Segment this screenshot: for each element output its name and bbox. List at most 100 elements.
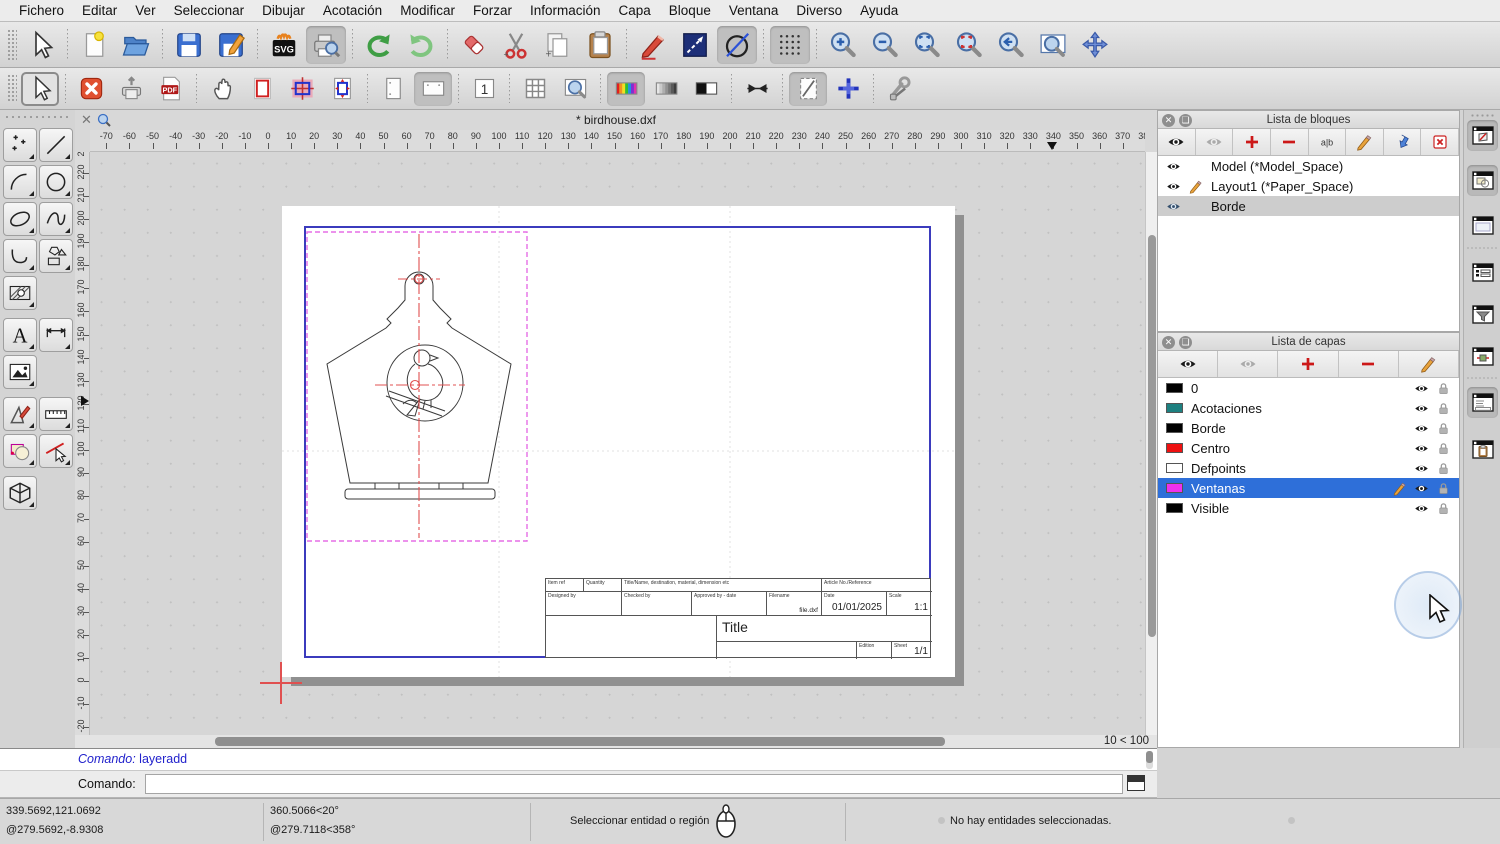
block-visibility-eye-icon[interactable] [1166, 179, 1181, 194]
options-wrench-icon[interactable] [880, 72, 918, 106]
save-icon[interactable] [169, 26, 209, 64]
blocks-plus-icon[interactable] [1233, 129, 1271, 155]
palette-drag-handle[interactable] [4, 114, 70, 122]
layers-eye-icon[interactable] [1158, 351, 1219, 377]
paper-portrait-icon[interactable] [374, 72, 412, 106]
blocks-insert-icon[interactable] [1384, 129, 1422, 155]
menu-seleccionar[interactable]: Seleccionar [165, 0, 254, 22]
menu-ventana[interactable]: Ventana [720, 0, 788, 22]
blocks-remove-icon[interactable] [1421, 129, 1459, 155]
layer-row-defpoints[interactable]: Defpoints [1158, 458, 1459, 478]
layer-row-centro[interactable]: Centro [1158, 438, 1459, 458]
block-row-layout1[interactable]: Layout1 (*Paper_Space) [1158, 176, 1459, 196]
tool-block-edit[interactable] [3, 434, 37, 468]
print-preview-icon[interactable] [306, 25, 346, 64]
tool-text[interactable]: A [3, 318, 37, 352]
layers-pencil-icon[interactable] [1399, 351, 1460, 377]
menu-fichero[interactable]: Fichero [10, 0, 73, 22]
zoom-pan-icon[interactable] [1075, 26, 1115, 64]
layer-visibility-eye-icon[interactable] [1414, 481, 1429, 496]
zoom-auto-icon[interactable] [907, 26, 947, 64]
open-file-icon[interactable] [116, 26, 156, 64]
layer-visibility-eye-icon[interactable] [1414, 401, 1429, 416]
grayscale-mode-icon[interactable] [647, 72, 685, 106]
new-file-icon[interactable] [74, 26, 114, 64]
layer-edit-mode-icon[interactable] [789, 71, 827, 106]
cursor-icon[interactable] [21, 26, 61, 64]
relative-line-icon[interactable] [675, 26, 715, 64]
tool-arc[interactable] [3, 165, 37, 199]
toolbar-drag-handle[interactable] [7, 74, 17, 103]
block-row-model[interactable]: Model (*Model_Space) [1158, 156, 1459, 176]
menu-bloque[interactable]: Bloque [660, 0, 720, 22]
close-panel-icon[interactable]: ✕ [1162, 113, 1175, 127]
block-visibility-eye-icon[interactable] [1166, 199, 1181, 214]
layer-row-0[interactable]: 0 [1158, 378, 1459, 398]
zoom-in-icon[interactable] [823, 26, 863, 64]
toolbar-drag-handle[interactable] [7, 28, 17, 61]
menu-diverso[interactable]: Diverso [787, 0, 851, 22]
blocks-eye-icon[interactable] [1158, 129, 1196, 155]
dock-win-clip-icon[interactable] [1467, 434, 1498, 465]
dock-win-block-icon[interactable] [1467, 120, 1498, 151]
tool-points[interactable] [3, 128, 37, 162]
layer-lock-icon[interactable] [1436, 481, 1451, 496]
page-number-icon[interactable]: 1 [465, 72, 503, 106]
page-border-icon[interactable] [243, 72, 281, 106]
layer-visibility-eye-icon[interactable] [1414, 421, 1429, 436]
tool-modify[interactable] [39, 434, 73, 468]
tool-dimension[interactable] [39, 318, 73, 352]
tool-ellipse[interactable] [3, 202, 37, 236]
block-edit-pencil-icon[interactable] [1188, 179, 1203, 194]
tool-shapes[interactable] [39, 239, 73, 273]
drawing-viewport[interactable]: Item ref Quantity Title/Name, destinatio… [90, 152, 1145, 735]
dock-win-plain-icon[interactable] [1467, 210, 1498, 241]
paste-icon[interactable] [580, 26, 620, 64]
zoom-out-icon[interactable] [865, 26, 905, 64]
zoom-prev-icon[interactable] [991, 26, 1031, 64]
cut-icon[interactable]: + [496, 26, 536, 64]
menu-modificar[interactable]: Modificar [391, 0, 464, 22]
tool-polyline[interactable] [3, 239, 37, 273]
horizontal-scrollbar[interactable]: 10 < 100 [75, 735, 1157, 748]
menu-ver[interactable]: Ver [126, 0, 164, 22]
layers-minus-icon[interactable] [1339, 351, 1399, 377]
zoom-page-icon[interactable] [556, 72, 594, 106]
block-visibility-eye-icon[interactable] [1166, 159, 1181, 174]
color-mode-icon[interactable] [607, 71, 645, 106]
zoom-window-icon[interactable] [1033, 26, 1073, 64]
layer-lock-icon[interactable] [1436, 461, 1451, 476]
blocks-rename-icon[interactable]: a|b [1309, 129, 1347, 155]
layers-eye-off-icon[interactable] [1218, 351, 1279, 377]
vertical-scrollbar[interactable] [1145, 152, 1157, 735]
layer-row-borde[interactable]: Borde [1158, 418, 1459, 438]
tool-image[interactable] [3, 355, 37, 389]
layer-visibility-eye-icon[interactable] [1414, 501, 1429, 516]
menu-capa[interactable]: Capa [610, 0, 660, 22]
blocks-pencil-icon[interactable] [1346, 129, 1384, 155]
viewport-block-icon[interactable] [283, 72, 321, 106]
layer-row-visible[interactable]: Visible [1158, 498, 1459, 518]
viewport-fit-icon[interactable] [323, 72, 361, 106]
freehand-pencil-icon[interactable] [633, 26, 673, 64]
print-icon[interactable] [112, 72, 150, 106]
menu-informacion[interactable]: Información [521, 0, 610, 22]
block-row-borde[interactable]: Borde [1158, 196, 1459, 216]
blackwhite-mode-icon[interactable] [687, 72, 725, 106]
tool-measure[interactable] [39, 397, 73, 431]
blocks-minus-icon[interactable] [1271, 129, 1309, 155]
command-widget-icon[interactable] [1127, 775, 1145, 791]
tool-spline[interactable] [39, 202, 73, 236]
command-input[interactable] [145, 774, 1123, 794]
detach-panel-icon[interactable]: ❏ [1179, 335, 1192, 349]
close-panel-icon[interactable]: ✕ [1162, 335, 1175, 349]
grid-toggle-icon[interactable] [516, 72, 554, 106]
redo-icon[interactable] [401, 26, 441, 64]
circle-slash-icon[interactable] [717, 25, 757, 64]
snap-cross-icon[interactable] [829, 72, 867, 106]
layer-row-ventanas[interactable]: Ventanas [1158, 478, 1459, 498]
close-drawing-icon[interactable] [72, 72, 110, 106]
copy-icon[interactable]: + [538, 26, 578, 64]
pan-hand-icon[interactable] [203, 72, 241, 106]
detach-panel-icon[interactable]: ❏ [1179, 113, 1192, 127]
